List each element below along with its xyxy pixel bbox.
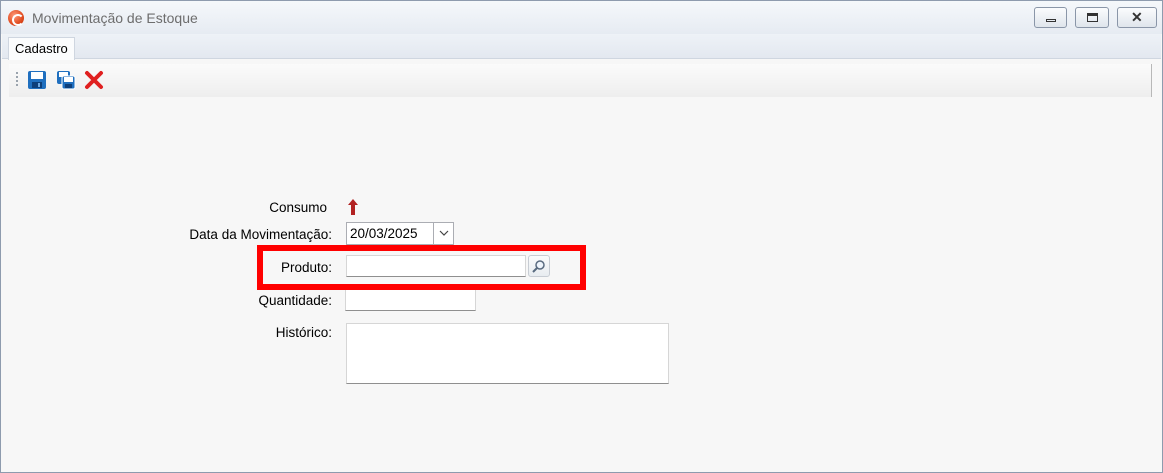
quantidade-input[interactable] xyxy=(345,288,476,311)
maximize-icon xyxy=(1087,13,1098,22)
form-area xyxy=(2,98,1161,472)
copy-save-icon xyxy=(57,71,76,90)
app-logo-icon xyxy=(8,10,24,26)
historico-label: Histórico: xyxy=(275,325,332,340)
maximize-button[interactable] xyxy=(1075,7,1109,28)
arrow-up-icon xyxy=(348,199,358,215)
minimize-button[interactable] xyxy=(1034,7,1067,28)
window-title: Movimentação de Estoque xyxy=(32,10,198,26)
title-bar: Movimentação de Estoque ✕ xyxy=(1,1,1162,34)
close-icon: ✕ xyxy=(1131,9,1143,25)
data-movimentacao-value[interactable]: 20/03/2025 xyxy=(350,226,418,241)
data-movimentacao-picker[interactable]: 20/03/2025 xyxy=(346,222,454,245)
quantidade-label: Quantidade: xyxy=(258,293,332,308)
minimize-icon xyxy=(1046,19,1056,22)
produto-search-button[interactable] xyxy=(528,255,550,277)
red-x-icon xyxy=(85,71,103,89)
date-dropdown-button[interactable] xyxy=(433,223,453,244)
toolbar-grip[interactable] xyxy=(16,72,18,88)
main-window: Movimentação de Estoque ✕ Cadastro Consu… xyxy=(0,0,1163,473)
menu-bar: Cadastro xyxy=(2,34,1161,60)
delete-button[interactable] xyxy=(84,70,104,90)
toolbar xyxy=(9,64,1152,97)
tab-cadastro[interactable]: Cadastro xyxy=(8,37,75,60)
chevron-down-icon xyxy=(439,230,449,236)
close-button[interactable]: ✕ xyxy=(1117,7,1157,28)
save-button[interactable] xyxy=(27,70,47,90)
search-icon xyxy=(532,260,545,273)
historico-textarea[interactable] xyxy=(346,323,669,384)
floppy-disk-icon xyxy=(28,71,46,89)
produto-input[interactable] xyxy=(346,255,526,277)
produto-label: Produto: xyxy=(280,260,332,275)
save-copy-button[interactable] xyxy=(56,70,76,90)
data-movimentacao-label: Data da Movimentação: xyxy=(189,227,332,242)
consumo-label: Consumo xyxy=(269,200,327,215)
